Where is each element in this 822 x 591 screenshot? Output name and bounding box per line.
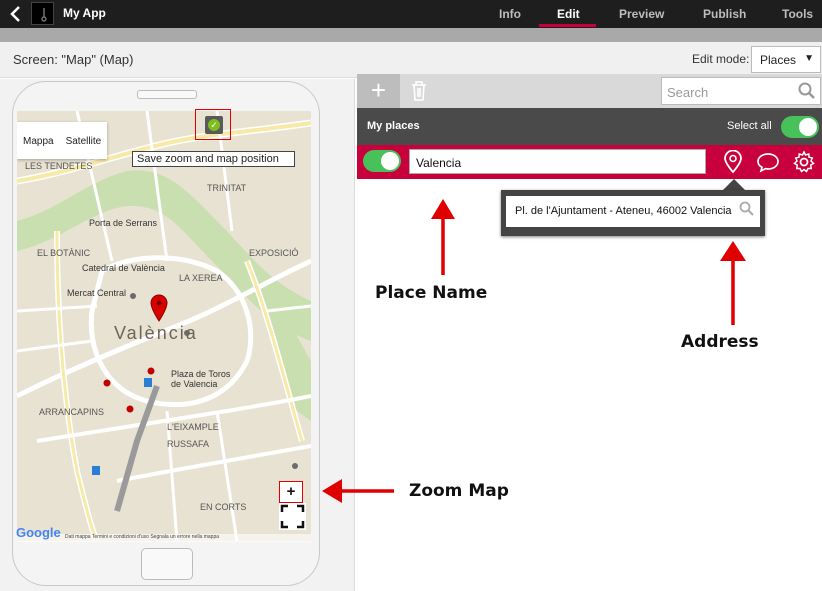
map-type-satellite-button[interactable]: Satellite xyxy=(60,122,108,159)
map-label: Catedral de València xyxy=(82,263,165,273)
back-icon xyxy=(10,6,20,22)
add-place-button[interactable]: + xyxy=(357,74,400,108)
save-zoom-button[interactable]: ✓ xyxy=(195,109,231,140)
gear-icon[interactable] xyxy=(792,150,816,174)
place-row: Valencia xyxy=(357,145,822,179)
zoom-in-button[interactable]: + xyxy=(279,481,303,503)
check-icon: ✓ xyxy=(208,119,220,131)
speech-bubble-icon[interactable] xyxy=(756,150,780,174)
fullscreen-icon xyxy=(280,504,305,529)
place-enabled-toggle[interactable] xyxy=(363,150,401,172)
search-placeholder: Search xyxy=(667,85,709,100)
map-label: Mercat Central xyxy=(67,288,127,298)
search-icon[interactable] xyxy=(798,82,816,100)
back-button[interactable] xyxy=(6,4,26,24)
places-search-input[interactable]: Search xyxy=(661,77,821,105)
select-all-toggle[interactable] xyxy=(781,116,819,138)
edit-mode-select[interactable]: Places ▼ xyxy=(751,46,821,73)
select-all-label: Select all xyxy=(727,120,772,132)
delete-button[interactable] xyxy=(409,80,429,102)
map-label: L'EIXAMPLE xyxy=(167,422,219,432)
address-popup: Pl. de l'Ajuntament - Ateneu, 46002 Vale… xyxy=(501,190,765,236)
map-type-control: Mappa Satellite xyxy=(17,122,108,159)
save-zoom-tooltip: Save zoom and map position xyxy=(132,151,295,167)
map-label: Plaza de Toros de Valencia xyxy=(171,369,231,389)
place-name-value: Valencia xyxy=(416,156,462,170)
callout-address: Address xyxy=(681,332,759,352)
caret-down-icon: ▼ xyxy=(804,53,814,64)
map-footer: Dati mappa Termini e condizioni d'uso Se… xyxy=(17,534,311,542)
map-label: València xyxy=(114,323,198,343)
map-label: LES TENDETES xyxy=(25,161,93,171)
edit-mode-label: Edit mode: xyxy=(692,52,750,66)
address-popup-pointer xyxy=(723,179,745,190)
screen-label: Screen: "Map" (Map) xyxy=(13,52,134,67)
map-view[interactable]: LES TENDETES TRINITAT Porta de Serrans E… xyxy=(17,111,311,541)
zoom-map-arrow xyxy=(322,479,394,503)
save-zoom-icon-bg: ✓ xyxy=(205,116,223,134)
screen-header: Screen: "Map" (Map) Edit mode: Places ▼ xyxy=(0,42,822,78)
edit-mode-value: Places xyxy=(760,53,797,67)
map-label: LA XEREA xyxy=(179,273,223,283)
phone-speaker xyxy=(137,90,197,99)
places-title: My places xyxy=(367,120,420,132)
places-header: My places Select all xyxy=(357,108,822,145)
trash-icon xyxy=(412,81,426,101)
tab-info[interactable]: Info xyxy=(499,7,521,21)
google-logo: Google xyxy=(16,525,61,540)
phone-home-button xyxy=(141,548,193,580)
location-pin-icon[interactable] xyxy=(721,150,745,174)
map-label: Porta de Serrans xyxy=(89,218,158,228)
place-name-arrow xyxy=(431,199,455,275)
map-label: EXPOSICIÓ xyxy=(249,248,299,258)
map-marker-icon[interactable] xyxy=(150,294,168,322)
address-value: Pl. de l'Ajuntament - Ateneu, 46002 Vale… xyxy=(515,205,732,217)
tab-edit[interactable]: Edit xyxy=(557,7,580,21)
tab-preview[interactable]: Preview xyxy=(619,7,664,21)
map-label: ARRANCAPINS xyxy=(39,407,105,417)
callout-zoom-map: Zoom Map xyxy=(409,481,509,501)
search-icon[interactable] xyxy=(739,201,755,217)
map-label: EN CORTS xyxy=(200,502,247,512)
map-label: TRINITAT xyxy=(207,183,247,193)
app-icon xyxy=(31,2,54,25)
address-arrow xyxy=(720,241,746,325)
top-bar: My App Info Edit Preview Publish Tools xyxy=(0,0,822,28)
fullscreen-button[interactable] xyxy=(279,503,306,530)
address-input[interactable]: Pl. de l'Ajuntament - Ateneu, 46002 Vale… xyxy=(506,196,760,227)
app-title: My App xyxy=(63,6,106,20)
tab-tools[interactable]: Tools xyxy=(782,7,813,21)
map-label: RUSSAFA xyxy=(167,439,210,449)
place-name-input[interactable]: Valencia xyxy=(409,149,706,174)
map-label: EL BOTÀNIC xyxy=(37,248,91,258)
places-toolbar: + Search xyxy=(357,74,822,108)
map-type-map-button[interactable]: Mappa xyxy=(17,122,60,159)
divider-bar xyxy=(0,28,822,42)
active-tab-indicator xyxy=(539,24,596,27)
tab-publish[interactable]: Publish xyxy=(703,7,746,21)
callout-place-name: Place Name xyxy=(375,283,488,303)
